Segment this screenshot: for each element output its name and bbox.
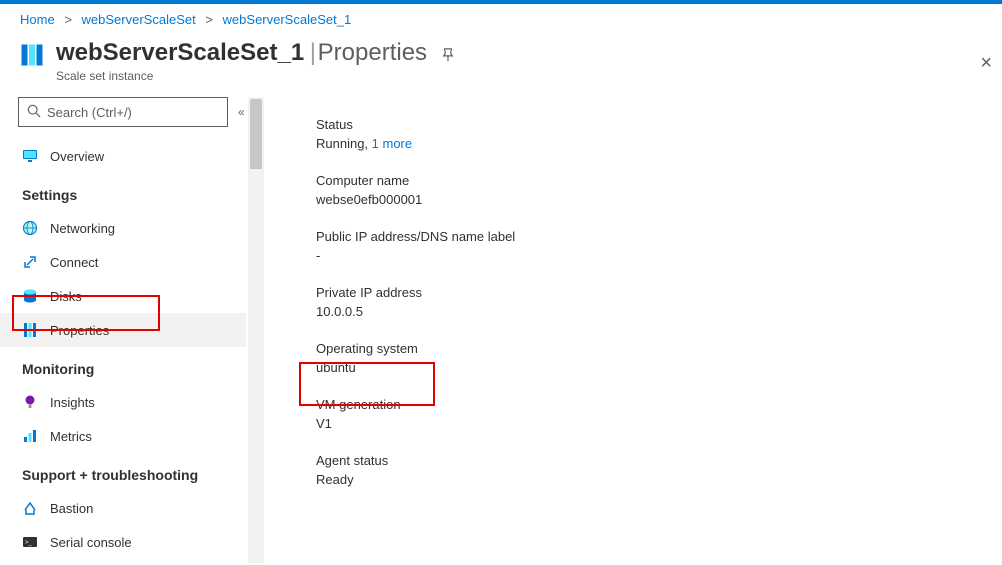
prop-label-agent-status: Agent status bbox=[316, 453, 992, 468]
sidebar-item-boot-diagnostics[interactable]: Boot diagnostics bbox=[0, 559, 246, 563]
prop-label-public-ip: Public IP address/DNS name label bbox=[316, 229, 992, 244]
search-input[interactable] bbox=[47, 105, 223, 120]
prop-value-status: Running, 1 more bbox=[316, 136, 992, 151]
collapse-sidebar-icon[interactable]: « bbox=[238, 105, 245, 119]
prop-value-computer-name: webse0efb000001 bbox=[316, 192, 992, 207]
sidebar-item-properties[interactable]: Properties bbox=[0, 313, 246, 347]
prop-value-vmgen: V1 bbox=[316, 416, 992, 431]
sidebar-item-label: Bastion bbox=[50, 501, 93, 516]
breadcrumb-current[interactable]: webServerScaleSet_1 bbox=[223, 12, 352, 27]
prop-label-os: Operating system bbox=[316, 341, 992, 356]
prop-value-public-ip: - bbox=[316, 248, 992, 263]
prop-label-private-ip: Private IP address bbox=[316, 285, 992, 300]
monitor-icon bbox=[22, 148, 38, 164]
connect-icon bbox=[22, 254, 38, 270]
breadcrumb-home[interactable]: Home bbox=[20, 12, 55, 27]
page-header: webServerScaleSet_1 | Properties Scale s… bbox=[0, 35, 1002, 97]
prop-label-computer-name: Computer name bbox=[316, 173, 992, 188]
disks-icon bbox=[22, 288, 38, 304]
prop-value-private-ip: 10.0.0.5 bbox=[316, 304, 992, 319]
sidebar-item-serial-console[interactable]: >_ Serial console bbox=[0, 525, 246, 559]
status-more-link[interactable]: 1 more bbox=[372, 136, 412, 151]
sidebar-item-label: Insights bbox=[50, 395, 95, 410]
sidebar-section-settings: Settings bbox=[18, 187, 246, 203]
sidebar-item-metrics[interactable]: Metrics bbox=[0, 419, 246, 453]
prop-value-os: ubuntu bbox=[316, 360, 992, 375]
prop-label-vmgen: VM generation bbox=[316, 397, 992, 412]
breadcrumb: Home > webServerScaleSet > webServerScal… bbox=[0, 4, 1002, 35]
sidebar-item-label: Metrics bbox=[50, 429, 92, 444]
sidebar-item-disks[interactable]: Disks bbox=[0, 279, 246, 313]
sidebar-item-label: Serial console bbox=[50, 535, 132, 550]
sidebar-item-label: Connect bbox=[50, 255, 98, 270]
sidebar-item-networking[interactable]: Networking bbox=[0, 211, 246, 245]
sidebar-item-insights[interactable]: Insights bbox=[0, 385, 246, 419]
close-icon[interactable]: × bbox=[980, 52, 992, 75]
serial-console-icon: >_ bbox=[22, 534, 38, 550]
sidebar-item-overview[interactable]: Overview bbox=[0, 139, 246, 173]
sidebar-item-bastion[interactable]: Bastion bbox=[0, 491, 246, 525]
insights-icon bbox=[22, 394, 38, 410]
metrics-icon bbox=[22, 428, 38, 444]
breadcrumb-parent[interactable]: webServerScaleSet bbox=[82, 12, 196, 27]
globe-icon bbox=[22, 220, 38, 236]
sidebar-item-label: Properties bbox=[50, 323, 109, 338]
search-icon bbox=[27, 104, 41, 121]
sidebar: « Overview Settings Networking Connect bbox=[0, 97, 246, 563]
chevron-right-icon: > bbox=[64, 12, 72, 27]
svg-text:>_: >_ bbox=[25, 540, 33, 546]
sidebar-item-label: Overview bbox=[50, 149, 104, 164]
prop-value-agent-status: Ready bbox=[316, 472, 992, 487]
page-title: webServerScaleSet_1 | Properties bbox=[56, 39, 427, 67]
sidebar-item-connect[interactable]: Connect bbox=[0, 245, 246, 279]
page-subtitle: Scale set instance bbox=[56, 69, 455, 83]
properties-panel: Status Running, 1 more Computer name web… bbox=[246, 97, 1002, 563]
scrollbar-thumb[interactable] bbox=[250, 99, 262, 169]
scale-set-instance-icon bbox=[20, 43, 44, 70]
search-box[interactable] bbox=[18, 97, 228, 127]
properties-icon bbox=[22, 322, 38, 338]
sidebar-item-label: Disks bbox=[50, 289, 82, 304]
sidebar-scrollbar[interactable] bbox=[248, 97, 264, 563]
prop-label-status: Status bbox=[316, 117, 992, 132]
bastion-icon bbox=[22, 500, 38, 516]
sidebar-section-monitoring: Monitoring bbox=[18, 361, 246, 377]
sidebar-section-support: Support + troubleshooting bbox=[18, 467, 246, 483]
chevron-right-icon: > bbox=[205, 12, 213, 27]
pin-icon[interactable] bbox=[441, 48, 455, 66]
sidebar-item-label: Networking bbox=[50, 221, 115, 236]
